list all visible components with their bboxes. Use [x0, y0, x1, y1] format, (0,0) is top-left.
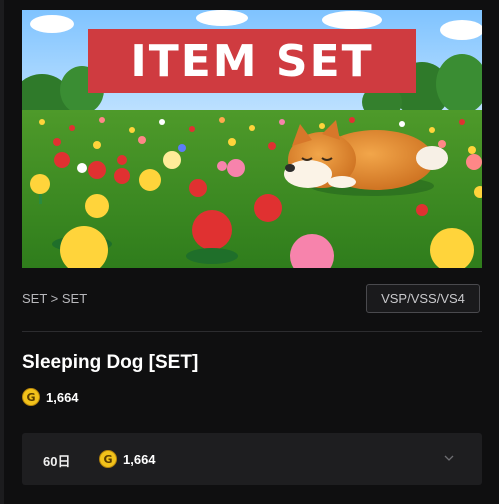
product-hero-image: ITEM SET — [22, 10, 482, 268]
breadcrumb[interactable]: SET > SET — [22, 291, 87, 306]
option-period: 60日 — [43, 454, 71, 469]
banner-text: ITEM SET — [130, 35, 374, 87]
product-title: Sleeping Dog [SET] — [22, 352, 199, 373]
price-value: 1,664 — [46, 389, 79, 405]
divider — [22, 331, 482, 332]
left-edge-strip — [0, 0, 4, 504]
gold-coin-icon: G — [99, 450, 117, 468]
period-option-select[interactable]: 60日 G 1,664 — [22, 433, 482, 485]
chevron-down-icon[interactable] — [444, 453, 454, 463]
option-price: G 1,664 — [99, 450, 156, 468]
option-price-value: 1,664 — [123, 451, 156, 467]
gold-coin-icon: G — [22, 388, 40, 406]
item-set-banner: ITEM SET — [88, 29, 416, 93]
product-page: ITEM SET SET > SET VSP/VSS/VS4 Sleeping … — [0, 0, 499, 504]
compatibility-badge: VSP/VSS/VS4 — [366, 284, 480, 313]
product-price: G 1,664 — [22, 388, 79, 406]
